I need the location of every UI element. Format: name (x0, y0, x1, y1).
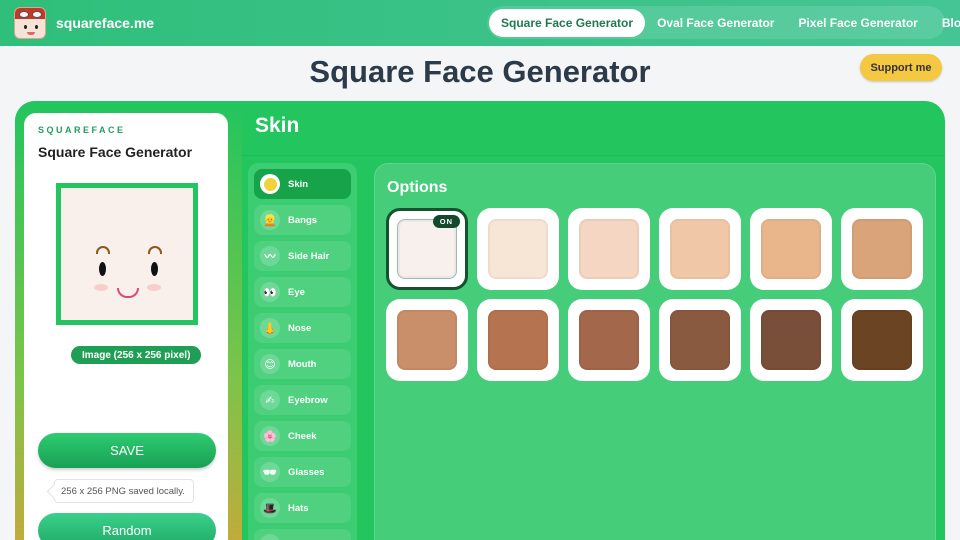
face-preview (56, 183, 198, 325)
brand-link[interactable]: squareface.me (14, 7, 154, 39)
page-title: Square Face Generator (309, 54, 651, 89)
cheek-icon: 🌸 (260, 426, 280, 446)
skin-color-square (852, 310, 912, 370)
nav-oval-face[interactable]: Oval Face Generator (645, 9, 786, 37)
nose-icon: 👃 (260, 318, 280, 338)
skin-color-square (670, 310, 730, 370)
category-eye[interactable]: 👀 Eye (254, 277, 351, 307)
nav-square-face[interactable]: Square Face Generator (489, 8, 646, 37)
nav-blog[interactable]: Blog (930, 9, 960, 37)
options-panel: Options ON (374, 163, 936, 540)
category-eyebrow[interactable]: ✍ Eyebrow (254, 385, 351, 415)
skin-swatch[interactable] (841, 299, 923, 381)
skin-color-square (488, 310, 548, 370)
support-button[interactable]: Support me (860, 54, 942, 81)
left-eye (99, 262, 106, 276)
skin-dot-icon (260, 174, 280, 194)
skin-swatch[interactable] (841, 208, 923, 290)
mouth-icon: 😊 (260, 354, 280, 374)
skin-swatch[interactable] (477, 299, 559, 381)
skin-swatch[interactable]: ON (386, 208, 468, 290)
nav-pixel-face[interactable]: Pixel Face Generator (786, 9, 929, 37)
category-mouth[interactable]: 😊 Mouth (254, 349, 351, 379)
options-title: Options (387, 179, 448, 196)
skin-color-square (852, 219, 912, 279)
preview-title: Square Face Generator (38, 144, 193, 160)
category-hats[interactable]: 🎩 Hats (254, 493, 351, 523)
skin-color-square (761, 310, 821, 370)
right-cheek (147, 284, 161, 291)
left-cheek (94, 284, 108, 291)
skin-color-square (761, 219, 821, 279)
skin-color-square (397, 219, 457, 279)
eyebrow-icon: ✍ (260, 390, 280, 410)
image-size-badge: Image (256 x 256 pixel) (71, 346, 202, 364)
skin-swatch[interactable] (386, 299, 468, 381)
side-hair-icon: 〰 (260, 246, 280, 266)
category-list: Skin 👱 Bangs 〰 Side Hair 👀 Eye 👃 Nose 😊 … (248, 163, 357, 540)
skin-color-square (579, 310, 639, 370)
preview-card: SQUAREFACE Square Face Generator Image (… (24, 113, 228, 540)
category-cheek[interactable]: 🌸 Cheek (254, 421, 351, 451)
skin-swatch[interactable] (659, 299, 741, 381)
section-title: Skin (255, 114, 300, 137)
skin-swatch[interactable] (750, 208, 832, 290)
brand-name: squareface.me (56, 15, 155, 31)
category-more[interactable] (254, 529, 351, 540)
bangs-icon: 👱 (260, 210, 280, 230)
skin-color-square (670, 219, 730, 279)
right-eyebrow (148, 246, 162, 254)
save-button[interactable]: SAVE (38, 433, 216, 468)
glasses-icon: 🕶 (260, 462, 280, 482)
main-nav: Square Face Generator Oval Face Generato… (487, 6, 960, 39)
skin-color-square (488, 219, 548, 279)
skin-swatch[interactable] (477, 208, 559, 290)
skin-color-square (397, 310, 457, 370)
preview-brand: SQUAREFACE (38, 125, 126, 135)
hat-icon: 🎩 (260, 498, 280, 518)
right-eye (151, 262, 158, 276)
left-eyebrow (96, 246, 110, 254)
skin-color-square (579, 219, 639, 279)
generator-panel: SQUAREFACE Square Face Generator Image (… (15, 101, 945, 540)
section-divider (242, 155, 945, 156)
category-glasses[interactable]: 🕶 Glasses (254, 457, 351, 487)
category-skin[interactable]: Skin (254, 169, 351, 199)
selected-badge: ON (432, 215, 460, 228)
saved-tooltip: 256 x 256 PNG saved locally. (54, 479, 194, 503)
skin-swatch[interactable] (568, 299, 650, 381)
category-bangs[interactable]: 👱 Bangs (254, 205, 351, 235)
skin-swatch[interactable] (659, 208, 741, 290)
category-nose[interactable]: 👃 Nose (254, 313, 351, 343)
skin-swatch[interactable] (568, 208, 650, 290)
random-button[interactable]: Random (38, 513, 216, 540)
skin-swatch[interactable] (750, 299, 832, 381)
eyes-icon: 👀 (260, 282, 280, 302)
logo-icon (14, 7, 46, 39)
face-mouth (117, 288, 139, 298)
category-side-hair[interactable]: 〰 Side Hair (254, 241, 351, 271)
more-icon (260, 534, 280, 540)
top-bar: squareface.me Square Face Generator Oval… (0, 0, 960, 46)
